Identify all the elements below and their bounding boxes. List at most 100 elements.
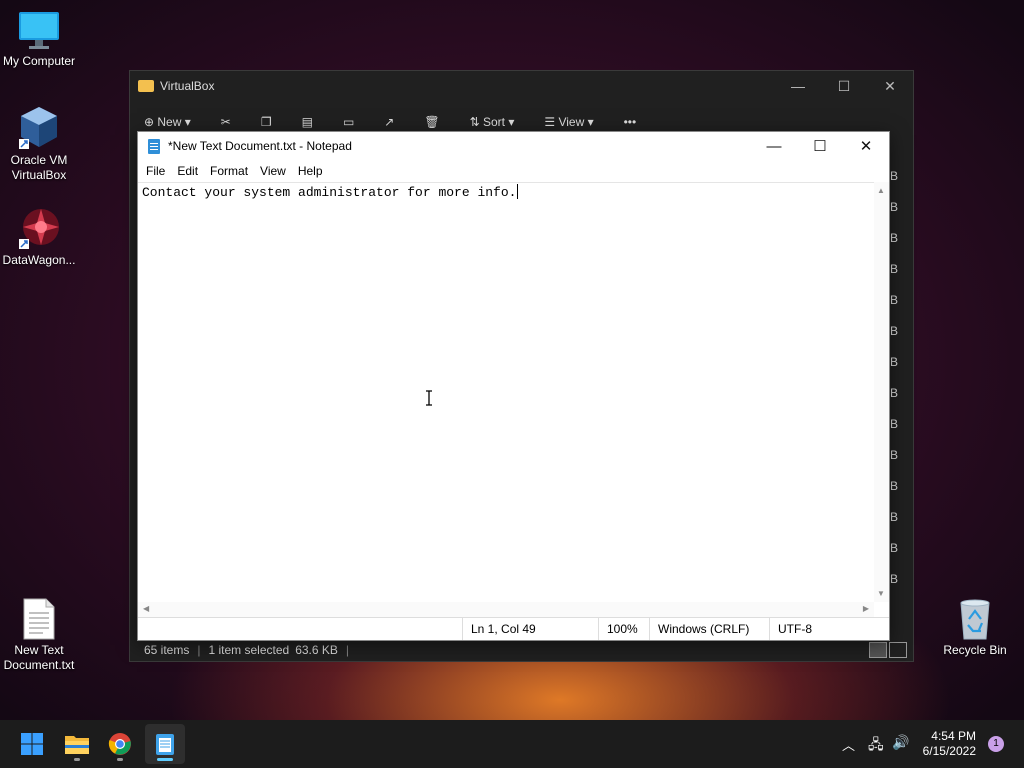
paste-icon[interactable]: ▤: [302, 115, 313, 129]
sort-label: Sort: [482, 115, 505, 129]
menu-view[interactable]: View: [254, 164, 292, 178]
notepad-titlebar[interactable]: *New Text Document.txt - Notepad — ☐ ✕: [138, 132, 889, 160]
zoom-level: 100%: [598, 618, 649, 640]
desktop-icon-text-document[interactable]: New Text Document.txt: [0, 597, 78, 673]
explorer-close-button[interactable]: ✕: [867, 78, 913, 95]
file-size-cell: B: [890, 324, 899, 338]
taskbar-notepad[interactable]: [145, 724, 185, 764]
notepad-icon: [148, 138, 160, 154]
explorer-minimize-button[interactable]: —: [775, 78, 821, 95]
notepad-text-area[interactable]: Contact your system administrator for mo…: [138, 182, 874, 602]
desktop-icon-label: New Text Document.txt: [3, 643, 75, 672]
new-button[interactable]: ⊕ New ▾: [144, 115, 191, 129]
explorer-maximize-button[interactable]: ☐: [821, 78, 867, 95]
more-options-button[interactable]: •••: [624, 115, 637, 129]
clock-time: 4:54 PM: [931, 729, 976, 743]
document-text: Contact your system administrator for mo…: [142, 185, 517, 200]
text-cursor-icon: [426, 390, 432, 406]
folder-icon: [138, 80, 154, 92]
desktop-icon-label: Recycle Bin: [943, 643, 1007, 657]
cursor-position: Ln 1, Col 49: [462, 618, 598, 640]
file-size-cell: B: [890, 386, 899, 400]
datawagon-icon: [19, 209, 59, 249]
folder-icon: [65, 736, 89, 754]
tiles-view-icon[interactable]: [889, 642, 907, 658]
file-size-cell: B: [890, 262, 899, 276]
file-size-cell: B: [890, 479, 899, 493]
horizontal-scrollbar[interactable]: ◀ ▶: [138, 602, 874, 617]
file-size-cell: B: [890, 448, 899, 462]
chrome-icon: [108, 733, 131, 755]
text-file-icon: [23, 598, 55, 640]
windows-logo-icon: [21, 733, 43, 755]
desktop-icon-virtualbox[interactable]: Oracle VM VirtualBox: [0, 105, 78, 183]
monitor-icon: [19, 12, 59, 49]
start-button[interactable]: [12, 724, 52, 764]
scroll-left-arrow-icon[interactable]: ◀: [143, 604, 149, 613]
file-size-cell: B: [890, 510, 899, 524]
explorer-statusbar: 65 items | 1 item selected 63.6 KB |: [130, 639, 913, 661]
menu-edit[interactable]: Edit: [171, 164, 204, 178]
new-label: New: [157, 115, 182, 129]
notepad-maximize-button[interactable]: ☐: [797, 132, 843, 160]
explorer-title: VirtualBox: [160, 79, 215, 93]
file-size-cell: B: [890, 355, 899, 369]
desktop-icon-my-computer[interactable]: My Computer: [0, 10, 78, 69]
view-button[interactable]: ☰ View ▾: [544, 115, 593, 129]
volume-icon[interactable]: 🔊: [892, 734, 909, 751]
explorer-command-bar: ⊕ New ▾ ✂ ❐ ▤ ▭ ↗ 🗑 ⇅ Sort ▾ ☰ View ▾ ••…: [144, 115, 666, 129]
recycle-bin-icon: [960, 599, 990, 640]
menu-format[interactable]: Format: [204, 164, 254, 178]
sort-button[interactable]: ⇅ Sort ▾: [470, 115, 515, 129]
chevron-up-icon[interactable]: ︿: [842, 735, 855, 754]
taskbar-chrome[interactable]: [100, 724, 140, 764]
taskbar-file-explorer[interactable]: [57, 724, 97, 764]
rename-icon[interactable]: ▭: [343, 115, 354, 129]
notepad-window[interactable]: *New Text Document.txt - Notepad — ☐ ✕ F…: [137, 131, 890, 641]
selection-count: 1 item selected: [208, 643, 290, 657]
file-size-column: B B B B B B B B B B B B B B: [890, 161, 912, 595]
file-size-cell: B: [890, 541, 899, 555]
delete-icon[interactable]: 🗑: [424, 115, 439, 129]
notepad-minimize-button[interactable]: —: [751, 132, 797, 160]
encoding: UTF-8: [769, 618, 889, 640]
clock[interactable]: 4:54 PM 6/15/2022: [923, 729, 976, 759]
details-view-icon[interactable]: [869, 642, 887, 658]
desktop-icon-label: Oracle VM VirtualBox: [10, 153, 68, 182]
scroll-right-arrow-icon[interactable]: ▶: [863, 604, 869, 613]
desktop-icon-datawagon[interactable]: DataWagon...: [0, 205, 78, 268]
active-indicator: [157, 758, 173, 761]
share-icon[interactable]: ↗: [384, 115, 394, 129]
virtualbox-icon: [19, 107, 57, 149]
notepad-close-button[interactable]: ✕: [843, 132, 889, 160]
selection-size: 63.6 KB: [295, 643, 338, 657]
scroll-up-arrow-icon[interactable]: ▲: [877, 186, 885, 195]
copy-icon[interactable]: ❐: [261, 115, 272, 129]
view-label: View: [558, 115, 585, 129]
notification-badge[interactable]: 1: [988, 736, 1004, 752]
taskbar: ︿ 🖧 🔊 4:54 PM 6/15/2022 1: [0, 720, 1024, 768]
file-size-cell: B: [890, 200, 899, 214]
item-count: 65 items: [144, 643, 190, 657]
menu-help[interactable]: Help: [292, 164, 329, 178]
system-tray: ︿ 🖧 🔊 4:54 PM 6/15/2022 1: [824, 720, 1024, 768]
text-caret: [517, 184, 519, 199]
desktop-icon-label: My Computer: [2, 54, 76, 68]
cut-icon[interactable]: ✂: [221, 115, 231, 129]
vertical-scrollbar[interactable]: ▲ ▼: [874, 182, 889, 602]
menu-file[interactable]: File: [140, 164, 171, 178]
scroll-down-arrow-icon[interactable]: ▼: [877, 589, 885, 598]
network-icon[interactable]: 🖧: [868, 734, 884, 758]
explorer-titlebar[interactable]: VirtualBox — ☐ ✕: [130, 71, 913, 101]
file-size-cell: B: [890, 293, 899, 307]
notepad-menubar: File Edit Format View Help: [138, 160, 889, 182]
desktop-icon-label: DataWagon...: [2, 253, 76, 267]
desktop-icon-recycle-bin[interactable]: Recycle Bin: [936, 597, 1014, 658]
file-size-cell: B: [890, 417, 899, 431]
notepad-statusbar: Ln 1, Col 49 100% Windows (CRLF) UTF-8: [138, 617, 889, 640]
running-indicator: [117, 758, 123, 761]
file-size-cell: B: [890, 572, 899, 586]
notepad-title: *New Text Document.txt - Notepad: [168, 139, 352, 153]
file-size-cell: B: [890, 231, 899, 245]
clock-date: 6/15/2022: [922, 744, 976, 758]
